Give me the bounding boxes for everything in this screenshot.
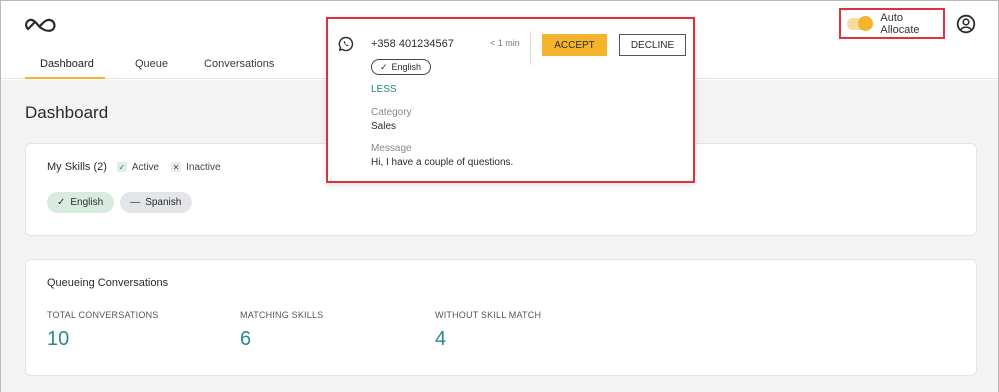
- wait-time: < 1 min: [490, 38, 520, 48]
- check-icon: ✓: [380, 61, 388, 72]
- stat-value: 6: [240, 328, 252, 350]
- skill-chip-label: English: [70, 197, 104, 208]
- whatsapp-icon: [338, 36, 354, 52]
- stat-without-skill-match: WITHOUT SKILL MATCH 4: [435, 310, 541, 351]
- language-label: English: [391, 62, 422, 72]
- caller-phone-number: +358 401234567: [371, 38, 454, 50]
- stat-label: WITHOUT SKILL MATCH: [435, 310, 542, 320]
- close-icon: ✕: [171, 162, 182, 172]
- skills-title: My Skills (2): [47, 161, 107, 173]
- user-account-icon[interactable]: [956, 14, 976, 34]
- legend-inactive: ✕ Inactive: [171, 161, 221, 173]
- check-icon: ✓: [57, 197, 66, 208]
- accept-button[interactable]: ACCEPT: [542, 34, 607, 56]
- legend-active-label: Active: [131, 161, 160, 173]
- skill-chip-label: Spanish: [145, 197, 182, 208]
- stat-value: 10: [47, 328, 70, 350]
- skill-chip-spanish[interactable]: — Spanish: [120, 192, 193, 213]
- divider: [530, 31, 531, 65]
- toggle-knob: [858, 15, 874, 31]
- legend-inactive-label: Inactive: [186, 161, 221, 173]
- category-label: Category: [371, 107, 412, 118]
- less-toggle-link[interactable]: LESS: [371, 84, 397, 95]
- auto-allocate-toggle[interactable]: [847, 15, 874, 31]
- main-tabs: Dashboard Queue Conversations: [25, 58, 290, 79]
- stat-total-conversations: TOTAL CONVERSATIONS 10: [47, 310, 158, 351]
- skill-chips: ✓ English — Spanish: [47, 192, 198, 213]
- tab-dashboard[interactable]: Dashboard: [25, 58, 105, 79]
- message-label: Message: [371, 143, 412, 154]
- minus-icon: —: [130, 197, 141, 208]
- category-value: Sales: [371, 121, 397, 132]
- check-icon: ✓: [116, 162, 127, 172]
- language-badge: ✓ English: [371, 59, 432, 75]
- stat-value: 4: [435, 328, 447, 350]
- auto-allocate-label: Auto Allocate: [880, 11, 920, 36]
- message-value: Hi, I have a couple of questions.: [371, 157, 514, 168]
- infinity-logo-icon[interactable]: [23, 13, 59, 37]
- stat-matching-skills: MATCHING SKILLS 6: [240, 310, 323, 351]
- legend-active: ✓ Active: [116, 161, 160, 173]
- queueing-conversations-card: Queueing Conversations TOTAL CONVERSATIO…: [25, 259, 977, 376]
- stat-label: TOTAL CONVERSATIONS: [47, 310, 159, 320]
- decline-button[interactable]: DECLINE: [619, 34, 686, 56]
- queue-card-title: Queueing Conversations: [47, 277, 169, 289]
- skills-header: My Skills (2) ✓ Active ✕ Inactive: [47, 161, 233, 173]
- stat-label: MATCHING SKILLS: [240, 310, 324, 320]
- skill-chip-english[interactable]: ✓ English: [47, 192, 115, 213]
- page-title: Dashboard: [25, 103, 109, 122]
- incoming-conversation-popup: +358 401234567 < 1 min ACCEPT DECLINE ✓ …: [326, 17, 695, 183]
- tab-queue[interactable]: Queue: [119, 58, 184, 79]
- tab-conversations[interactable]: Conversations: [188, 58, 290, 79]
- auto-allocate-control: Auto Allocate: [839, 8, 945, 39]
